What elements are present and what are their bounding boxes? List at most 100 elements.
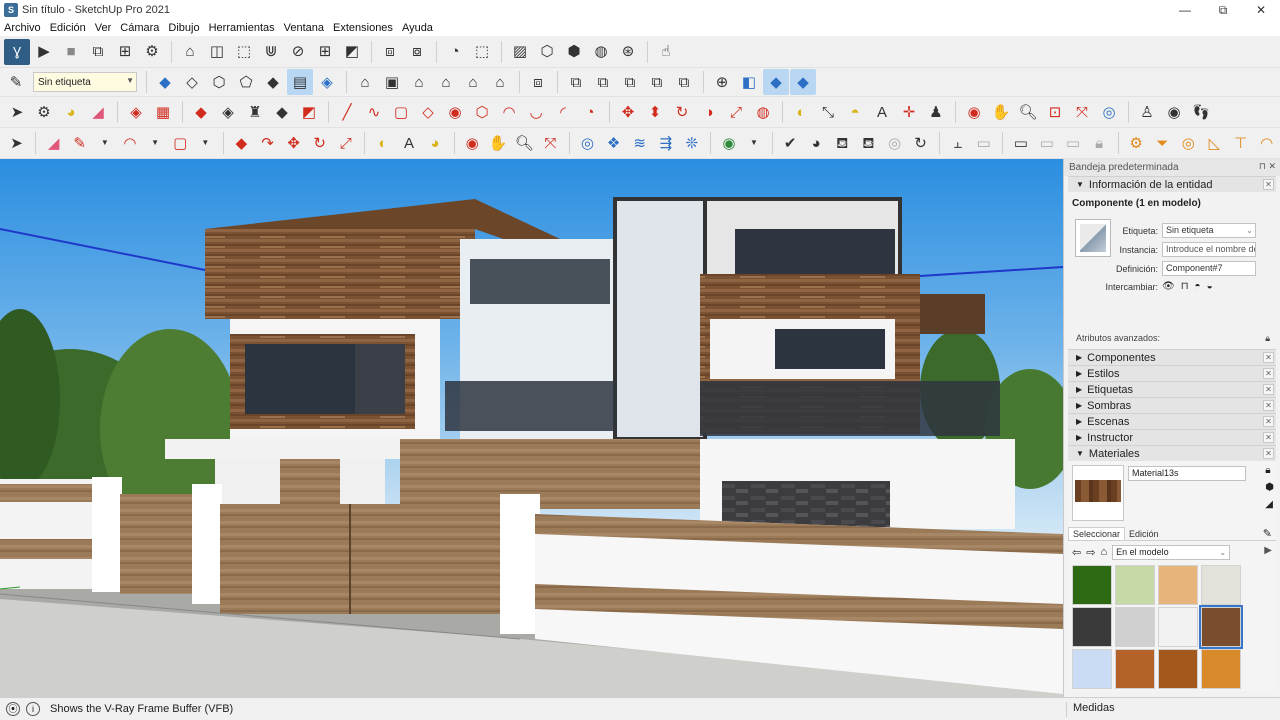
chevron-down-icon[interactable]: ▼ [144,130,167,156]
panel-componentes[interactable]: ▶ Componentes ✕ [1068,349,1276,365]
sun-icon[interactable]: ⊛ [615,39,641,65]
panel-estilos[interactable]: ▶ Estilos ✕ [1068,365,1276,381]
material-swatch[interactable] [1201,565,1241,605]
select-arrow-small-icon[interactable]: ➤ [4,130,29,156]
shadow-receive-icon[interactable]: ◒ [1207,281,1213,292]
union-icon[interactable]: ⧉ [590,69,616,95]
geolocation-icon[interactable]: ⦿ [6,702,20,716]
create-material-icon[interactable]: ⬢ [1265,482,1274,493]
text-small-icon[interactable]: A [396,130,421,156]
make-component-icon[interactable]: ⚙ [31,99,57,125]
plane-icon[interactable]: ◩ [339,39,365,65]
menu-ver[interactable]: Ver [95,22,117,34]
tape-small-icon[interactable]: ◐ [370,130,395,156]
tab-seleccionar[interactable]: Seleccionar [1068,527,1126,540]
box-light-icon[interactable]: ◫ [204,39,230,65]
outer-shell-icon[interactable]: ⧈ [525,69,551,95]
gear-orange-icon[interactable]: ⚙ [1124,130,1149,156]
material-swatch[interactable] [1201,649,1241,689]
shaded-icon[interactable]: ◆ [260,69,286,95]
grid-box-icon[interactable]: ⊞ [312,39,338,65]
shaded-textures-icon[interactable]: ▤ [287,69,313,95]
play-icon[interactable]: ▶ [31,39,57,65]
add-detail-icon[interactable]: ◆ [269,99,295,125]
triangle-icon[interactable]: ◺ [1202,130,1227,156]
chevron-down-icon[interactable]: ▼ [93,130,116,156]
eraser-small-icon[interactable]: ◢ [41,130,66,156]
chevron-down-icon[interactable]: ▼ [742,130,765,156]
restore-button[interactable]: ⧉ [1204,0,1242,20]
refresh-icon[interactable]: ↻ [908,130,933,156]
move-small-icon[interactable]: ✥ [281,130,306,156]
push-pull-small-icon[interactable]: ◆ [229,130,254,156]
zoom-window-icon[interactable]: ⊡ [1042,99,1068,125]
back-view-icon[interactable]: ⌂ [460,69,486,95]
lock-icon[interactable]: 🔒︎ [1265,333,1270,344]
close-button[interactable]: ✕ [1242,0,1280,20]
pie-icon[interactable]: ◔ [577,99,603,125]
lock-open-icon[interactable]: ⊓ [1181,281,1189,292]
scale-small-icon[interactable]: ⤢ [333,130,358,156]
panel-entity-info[interactable]: ▼ Información de la entidad ✕ [1068,176,1276,192]
shadow-cast-icon[interactable]: ◓ [1195,281,1201,292]
extension-warehouse-icon[interactable]: ❖ [601,130,626,156]
window-icon[interactable]: ▭ [1008,130,1033,156]
front-view-icon[interactable]: ⌂ [406,69,432,95]
circle-icon[interactable]: ◉ [442,99,468,125]
sphere-icon[interactable]: ◔ [442,39,468,65]
user-account-icon[interactable]: ◉ [716,130,741,156]
lock-icon[interactable]: 🔒︎ [1265,465,1274,476]
ring-icon[interactable]: ◎ [1176,130,1201,156]
volume-icon[interactable]: ◍ [588,39,614,65]
arc-icon[interactable]: ◠ [496,99,522,125]
material-swatch[interactable] [1115,565,1155,605]
stamp-icon[interactable]: ◈ [215,99,241,125]
minimize-button[interactable]: — [1166,0,1204,20]
menu-ventana[interactable]: Ventana [284,22,329,34]
menu-archivo[interactable]: Archivo [4,22,46,34]
section-fill-icon[interactable]: ◆ [790,69,816,95]
material-preview[interactable] [1072,465,1124,521]
rectangle-icon[interactable]: ▢ [388,99,414,125]
previous-view-icon[interactable]: ◎ [1096,99,1122,125]
funnel-icon[interactable]: ⏷ [1150,130,1175,156]
section-cuts-icon[interactable]: ◆ [763,69,789,95]
material-swatch[interactable] [1158,565,1198,605]
look-around-icon[interactable]: ◉ [1161,99,1187,125]
monochrome-icon[interactable]: ◈ [314,69,340,95]
interactive-render-icon[interactable]: ⧉ [85,39,111,65]
material-swatch[interactable] [1072,607,1112,647]
model-viewport[interactable] [0,159,1063,697]
right-view-icon[interactable]: ⌂ [433,69,459,95]
offset-icon[interactable]: ◍ [750,99,776,125]
3d-text-icon[interactable]: ♟ [923,99,949,125]
forward-arrow-icon[interactable]: ⇨ [1086,546,1095,559]
house-model-render[interactable] [0,159,1063,697]
material-swatch[interactable] [1115,649,1155,689]
material-swatch[interactable] [1072,565,1112,605]
close-icon[interactable]: ✕ [1263,400,1274,411]
library-dropdown[interactable]: En el modelo ⌄ [1112,544,1231,560]
orbit-small-icon[interactable]: ◉ [460,130,485,156]
panel-etiquetas[interactable]: ▶ Etiquetas ✕ [1068,381,1276,397]
proxy-import-icon[interactable]: ⧇ [404,39,430,65]
material-swatch[interactable] [1158,607,1198,647]
sandbox-scratch-icon[interactable]: ▦ [150,99,176,125]
panel-instructor[interactable]: ▶ Instructor ✕ [1068,429,1276,445]
sphere-disabled-icon[interactable]: ◎ [882,130,907,156]
fur-icon[interactable]: ⋓ [258,39,284,65]
details-arrow-icon[interactable]: ▶ [1264,545,1272,556]
lock-disabled-icon[interactable]: 🔒︎ [1087,130,1112,156]
menu-ayuda[interactable]: Ayuda [402,22,438,34]
layer-stack-icon[interactable]: ≋ [627,130,652,156]
pencil-icon[interactable]: ✎ [67,130,92,156]
menu-dibujo[interactable]: Dibujo [168,22,204,34]
window-disabled-icon[interactable]: ▭ [1034,130,1059,156]
position-camera-icon[interactable]: ♙ [1134,99,1160,125]
close-icon[interactable]: ✕ [1263,448,1274,459]
extension-manager-icon[interactable]: ❊ [679,130,704,156]
three-point-arc-icon[interactable]: ◜ [550,99,576,125]
dome-icon[interactable]: ◠ [1254,130,1279,156]
solid-check-icon[interactable]: ✔ [778,130,803,156]
rotate-icon[interactable]: ↻ [669,99,695,125]
